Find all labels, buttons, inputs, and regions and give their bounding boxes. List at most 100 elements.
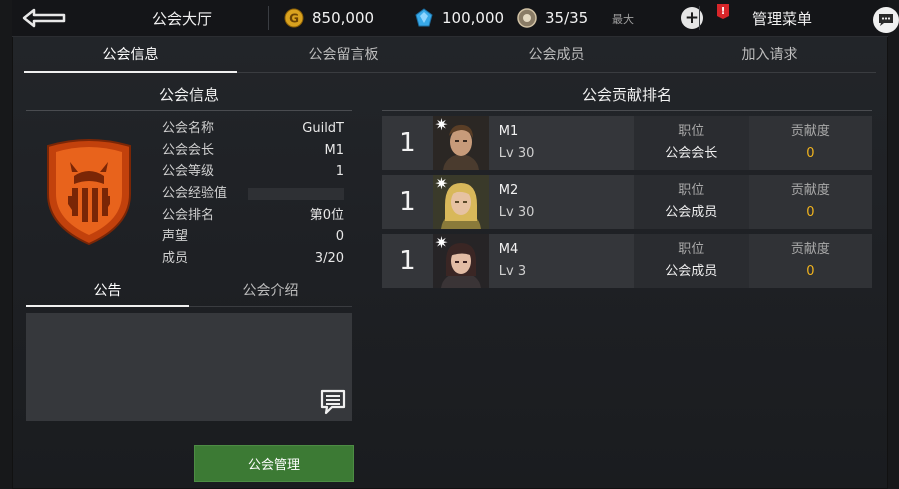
info-key: 成员: [162, 251, 189, 267]
message-edit-icon: [320, 389, 346, 415]
contribution-value: 0: [806, 146, 815, 161]
role-value: 公会成员: [665, 264, 718, 279]
info-value: 0: [335, 229, 344, 245]
notice-subtabs: 公告 公会介绍: [26, 276, 352, 307]
guild-info-table: 公会名称 GuildT 公会会长 M1 公会等级 1 公会经验值 公会排名 第0…: [162, 118, 344, 270]
divider: [268, 6, 269, 30]
gem-amount: 100,000: [442, 9, 505, 27]
ranking-row[interactable]: 1 ✷ M4 Lv 3 职位 公会成员 贡献度 0: [382, 234, 872, 288]
info-key: 声望: [162, 229, 189, 245]
info-value: 1: [335, 164, 344, 180]
stamina-emblem-icon: [517, 8, 537, 28]
member-info: M2 Lv 30: [488, 175, 634, 229]
tab-message-board[interactable]: 公会留言板: [237, 38, 450, 72]
notice-content-box: [26, 313, 352, 421]
tab-join-requests[interactable]: 加入请求: [663, 38, 876, 72]
stamina-display: 35/35: [517, 7, 588, 29]
plus-icon: +: [684, 8, 700, 28]
top-bar: 公会大厅 G 850,000 100,000 35/35 最大 + ! 管理菜单: [12, 0, 899, 37]
info-key: 公会排名: [162, 207, 215, 223]
rank-number: 1: [382, 175, 433, 229]
star-icon: ✷: [434, 174, 449, 193]
ranking-row[interactable]: 1 ✷ M2 Lv 30 职位 公会成员 贡献度 0: [382, 175, 872, 229]
manage-menu-button[interactable]: 管理菜单: [752, 8, 812, 29]
info-row-reputation: 声望 0: [162, 226, 344, 248]
tab-members[interactable]: 公会成员: [450, 38, 663, 72]
stamina-max-label: 最大: [612, 13, 634, 26]
guild-emblem: [42, 136, 136, 246]
rank-number: 1: [382, 116, 433, 170]
alert-badge: !: [717, 4, 729, 19]
info-row-guild-level: 公会等级 1: [162, 161, 344, 183]
edit-notice-button[interactable]: [320, 389, 346, 415]
member-contribution-column: 贡献度 0: [748, 116, 872, 170]
member-contribution-column: 贡献度 0: [748, 234, 872, 288]
blue-gem-icon: [414, 8, 434, 28]
contribution-label: 贡献度: [790, 124, 830, 139]
member-portrait: ✷: [432, 174, 489, 229]
star-icon: ✷: [434, 115, 449, 134]
role-value: 公会成员: [665, 205, 718, 220]
tab-guild-info[interactable]: 公会信息: [24, 38, 237, 73]
ranking-header: 公会贡献排名: [382, 80, 872, 111]
info-value: GuildT: [302, 121, 344, 136]
member-name: M2: [498, 183, 519, 198]
stamina-amount: 35/35: [545, 9, 589, 27]
member-role-column: 职位 公会会长: [633, 116, 749, 170]
info-row-guild-leader: 公会会长 M1: [162, 140, 344, 162]
divider: [699, 6, 700, 30]
chat-bubble-icon: [879, 14, 893, 26]
member-role-column: 职位 公会成员: [633, 175, 749, 229]
member-info: M1 Lv 30: [488, 116, 634, 170]
gold-amount: 850,000: [312, 9, 375, 27]
info-value: 第0位: [309, 207, 344, 223]
info-row-guild-name: 公会名称 GuildT: [162, 118, 344, 140]
back-arrow-icon: [22, 8, 66, 28]
guild-manage-button[interactable]: 公会管理: [194, 445, 354, 482]
member-name: M1: [498, 124, 519, 139]
back-button[interactable]: [20, 4, 70, 32]
info-row-members: 成员 3/20: [162, 248, 344, 270]
left-border: [0, 0, 12, 489]
page-title: 公会大厅: [151, 10, 212, 28]
contribution-value: 0: [806, 205, 815, 220]
member-level: Lv 3: [498, 264, 527, 279]
right-border: [887, 0, 899, 489]
ranking-list: 1 ✷ M1 Lv 30 职位 公会会长 贡献度 0 1 ✷ M2 Lv 30 …: [382, 116, 872, 293]
subtab-introduction[interactable]: 公会介绍: [189, 276, 352, 306]
exp-progress-bar: [248, 188, 344, 201]
member-info: M4 Lv 3: [488, 234, 634, 288]
info-value: 3/20: [314, 251, 344, 267]
guild-info-header: 公会信息: [26, 80, 352, 111]
role-label: 职位: [678, 242, 705, 257]
info-key: 公会等级: [162, 164, 215, 180]
chat-button[interactable]: [873, 7, 899, 33]
info-key: 公会会长: [162, 142, 215, 158]
gold-coin-icon: G: [284, 8, 304, 28]
svg-text:G: G: [289, 12, 299, 26]
member-role-column: 职位 公会成员: [633, 234, 749, 288]
ranking-row[interactable]: 1 ✷ M1 Lv 30 职位 公会会长 贡献度 0: [382, 116, 872, 170]
info-row-guild-rank: 公会排名 第0位: [162, 205, 344, 227]
gem-display: 100,000: [414, 7, 504, 29]
member-portrait: ✷: [432, 115, 489, 170]
star-icon: ✷: [434, 233, 449, 252]
member-portrait: ✷: [432, 233, 489, 288]
subtab-notice[interactable]: 公告: [26, 276, 189, 307]
member-name: M4: [498, 242, 519, 257]
contribution-value: 0: [806, 264, 815, 279]
info-key: 公会名称: [162, 121, 215, 136]
role-value: 公会会长: [665, 146, 718, 161]
role-label: 职位: [678, 183, 705, 198]
contribution-label: 贡献度: [790, 242, 830, 257]
member-contribution-column: 贡献度 0: [748, 175, 872, 229]
info-row-guild-exp: 公会经验值: [162, 183, 344, 205]
gold-display: G 850,000: [284, 7, 374, 29]
info-value: M1: [324, 142, 345, 158]
info-key: 公会经验值: [162, 186, 228, 202]
contribution-label: 贡献度: [790, 183, 830, 198]
member-level: Lv 30: [498, 205, 535, 220]
main-tabs: 公会信息 公会留言板 公会成员 加入请求: [24, 38, 876, 73]
guild-shield-icon: [47, 139, 131, 246]
member-level: Lv 30: [498, 146, 535, 161]
